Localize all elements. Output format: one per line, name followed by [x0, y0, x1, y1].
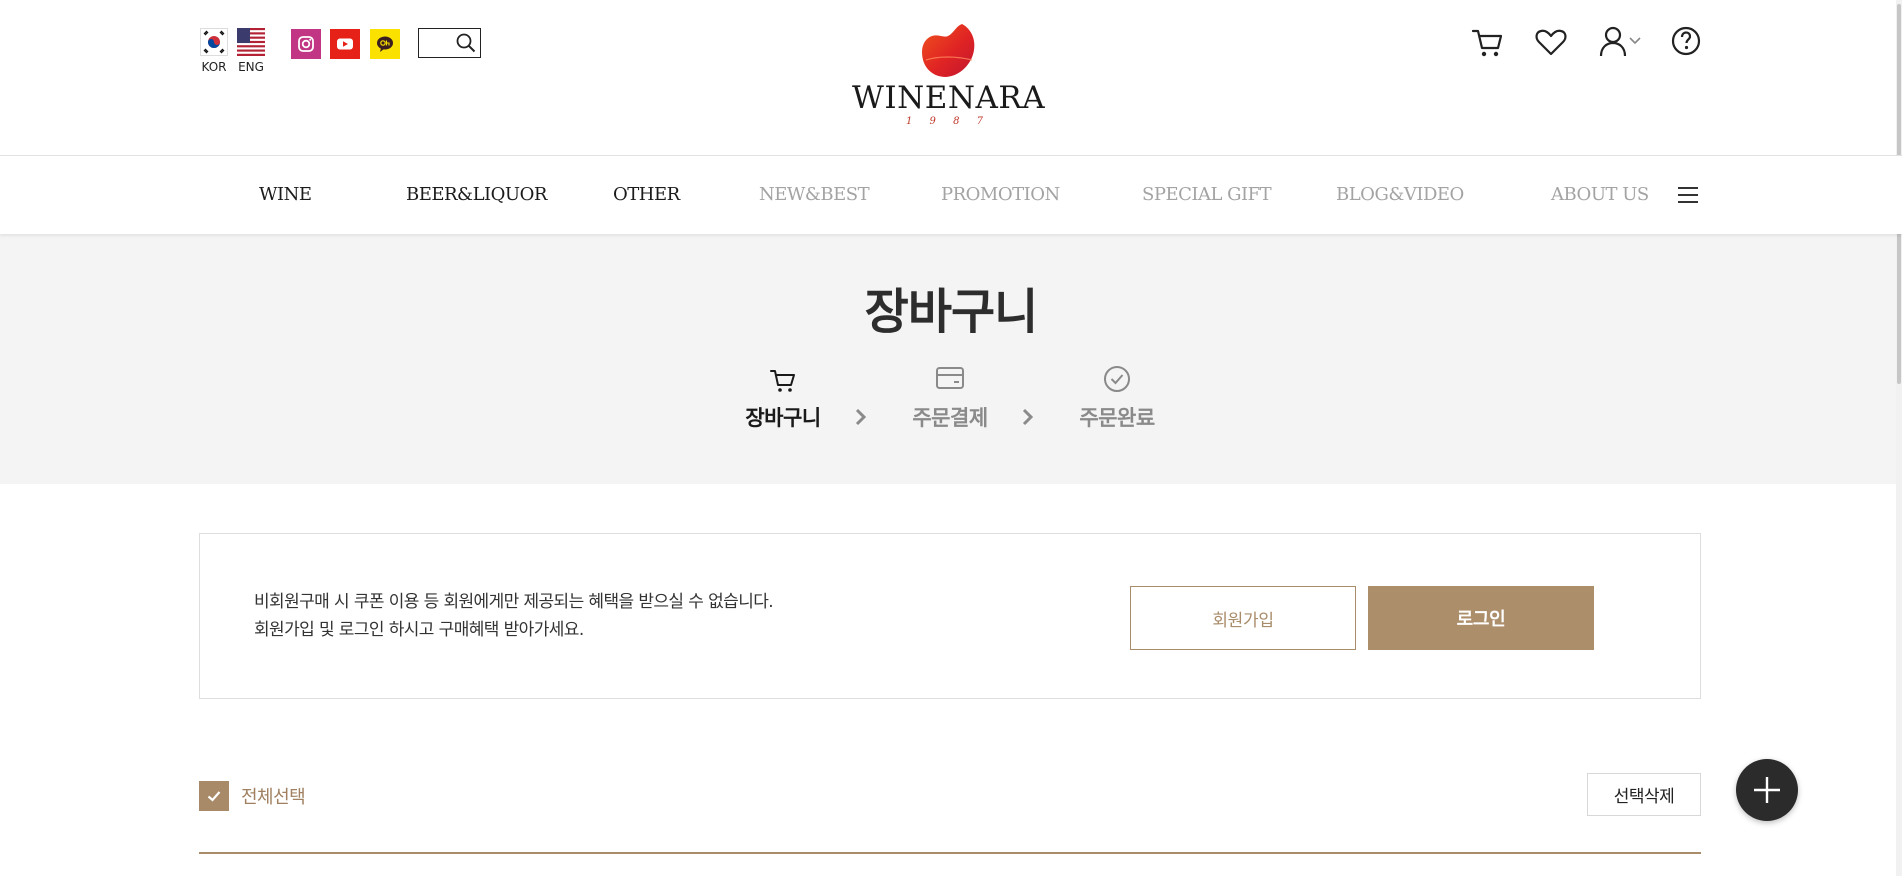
nav-promotion[interactable]: PROMOTION [941, 156, 1060, 234]
nav-special-gift[interactable]: SPECIAL GIFT [1142, 156, 1272, 234]
credit-card-icon [936, 367, 964, 389]
korea-flag-icon [200, 28, 228, 56]
language-eng-link[interactable]: ENG [236, 28, 266, 74]
nav-new-best[interactable]: NEW&BEST [759, 156, 870, 234]
search-icon[interactable] [455, 32, 477, 54]
nav-about-us[interactable]: ABOUT US [1551, 156, 1649, 234]
chevron-down-icon [1629, 37, 1641, 45]
check-circle-icon [1104, 366, 1130, 392]
site-header: KOR ENG WINENARA 1 9 8 7 [0, 0, 1902, 156]
instagram-link[interactable] [291, 29, 321, 59]
header-wishlist-button[interactable] [1533, 24, 1569, 60]
login-button[interactable]: 로그인 [1368, 586, 1594, 650]
select-all-label: 전체선택 [241, 787, 306, 808]
logo-wordmark: WINENARA [852, 80, 1046, 116]
search-input[interactable] [419, 29, 455, 56]
order-step-cart-label: 장바구니 [745, 406, 821, 430]
language-kor-link[interactable]: KOR [199, 28, 229, 74]
check-icon [207, 791, 221, 802]
order-step-cart: 장바구니 [733, 364, 833, 432]
page-scrollbar[interactable] [1896, 0, 1902, 876]
hamburger-menu-icon [1678, 187, 1698, 203]
plus-icon [1754, 777, 1780, 803]
chevron-right-icon [855, 408, 867, 426]
nav-blog-video[interactable]: BLOG&VIDEO [1336, 156, 1464, 234]
cart-icon [770, 370, 795, 392]
search-box [418, 28, 481, 58]
cart-icon [1471, 29, 1503, 57]
language-kor-label: KOR [201, 60, 227, 74]
nav-beer-liquor[interactable]: BEER&LIQUOR [406, 156, 547, 234]
nav-wine[interactable]: WINE [259, 156, 312, 234]
join-button[interactable]: 회원가입 [1130, 586, 1356, 650]
instagram-icon [291, 29, 321, 59]
heart-icon [1535, 29, 1567, 56]
logo-year: 1 9 8 7 [906, 116, 990, 127]
youtube-link[interactable] [330, 29, 360, 59]
order-step-payment: 주문결제 [900, 364, 1000, 432]
order-step-payment-label: 주문결제 [912, 406, 988, 430]
header-cart-button[interactable] [1470, 24, 1506, 60]
guest-notice-text: 비회원구매 시 쿠폰 이용 등 회원에게만 제공되는 혜택을 받으실 수 없습니… [254, 588, 774, 644]
language-eng-label: ENG [238, 60, 264, 74]
delete-selected-button[interactable]: 선택삭제 [1587, 773, 1701, 816]
floating-plus-button[interactable] [1736, 759, 1798, 821]
youtube-icon [330, 29, 360, 59]
select-all-checkbox[interactable]: 전체선택 [199, 780, 306, 812]
kakao-channel-icon [370, 29, 400, 59]
guest-notice-line-1: 비회원구매 시 쿠폰 이용 등 회원에게만 제공되는 혜택을 받으실 수 없습니… [254, 592, 774, 612]
cart-page-header: 장바구니 장바구니 주문결제 주문완료 [0, 234, 1902, 484]
cart-list-divider [199, 852, 1701, 854]
header-account-menu[interactable] [1597, 24, 1647, 60]
checkbox-checked [199, 781, 229, 811]
nav-all-menu-button[interactable] [1676, 184, 1700, 206]
order-step-complete: 주문완료 [1067, 364, 1167, 432]
header-help-button[interactable] [1669, 24, 1703, 60]
nav-other[interactable]: OTHER [613, 156, 680, 234]
page-title: 장바구니 [864, 284, 1039, 340]
winenara-logo[interactable]: WINENARA 1 9 8 7 [852, 22, 1046, 132]
wine-glass-logo-icon [922, 24, 975, 77]
usa-flag-icon [237, 28, 265, 56]
help-icon [1671, 26, 1701, 56]
kakao-channel-link[interactable] [370, 29, 400, 59]
chevron-right-icon [1022, 408, 1034, 426]
guest-benefit-notice: 비회원구매 시 쿠폰 이용 등 회원에게만 제공되는 혜택을 받으실 수 없습니… [199, 533, 1701, 699]
order-step-complete-label: 주문완료 [1079, 406, 1155, 430]
guest-notice-line-2: 회원가입 및 로그인 하시고 구매혜택 받아가세요. [254, 620, 584, 640]
user-icon [1599, 26, 1641, 57]
main-navigation: WINE BEER&LIQUOR OTHER NEW&BEST PROMOTIO… [0, 155, 1902, 234]
